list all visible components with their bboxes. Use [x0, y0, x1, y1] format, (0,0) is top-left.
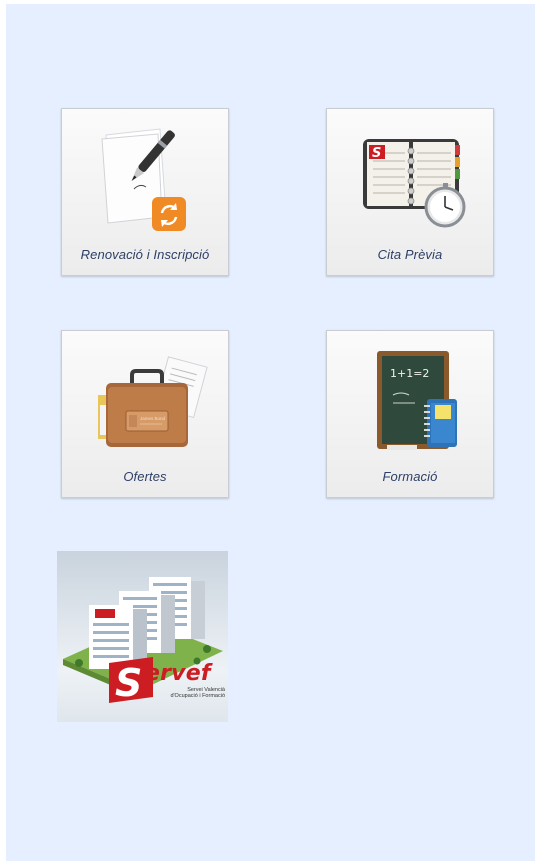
servef-logo-word: ervef — [145, 661, 211, 686]
app-screen: Renovació i Inscripció S Cita Prèvia Jam… — [6, 4, 535, 861]
formacio-button[interactable]: 1+1=2 Formació — [326, 330, 494, 498]
tile-label: Cita Prèvia — [377, 247, 443, 262]
svg-text:S: S — [372, 146, 381, 161]
ofertes-button[interactable]: James Bond Ofertes — [61, 330, 229, 498]
chalkboard-book-icon: 1+1=2 — [377, 351, 457, 450]
servef-logo-button[interactable]: S ervef Servei Valencià d'Ocupació i For… — [57, 551, 228, 722]
tile-label: Formació — [382, 469, 438, 484]
svg-text:James Bond: James Bond — [140, 416, 166, 421]
agenda-clock-icon: S — [363, 139, 466, 228]
tile-label: Renovació i Inscripció — [80, 247, 210, 262]
servef-logo-subtitle: Servei Valencià d'Ocupació i Formació — [170, 687, 225, 699]
pen-document-renew-icon — [101, 128, 186, 231]
tile-label: Ofertes — [123, 469, 167, 484]
cita-previa-button[interactable]: S Cita Prèvia — [326, 108, 494, 276]
briefcase-icon: James Bond — [98, 356, 208, 447]
chalkboard-text: 1+1=2 — [390, 367, 429, 380]
renovacio-inscripcio-button[interactable]: Renovació i Inscripció — [61, 108, 229, 276]
servef-logo-letter: S — [115, 661, 142, 705]
